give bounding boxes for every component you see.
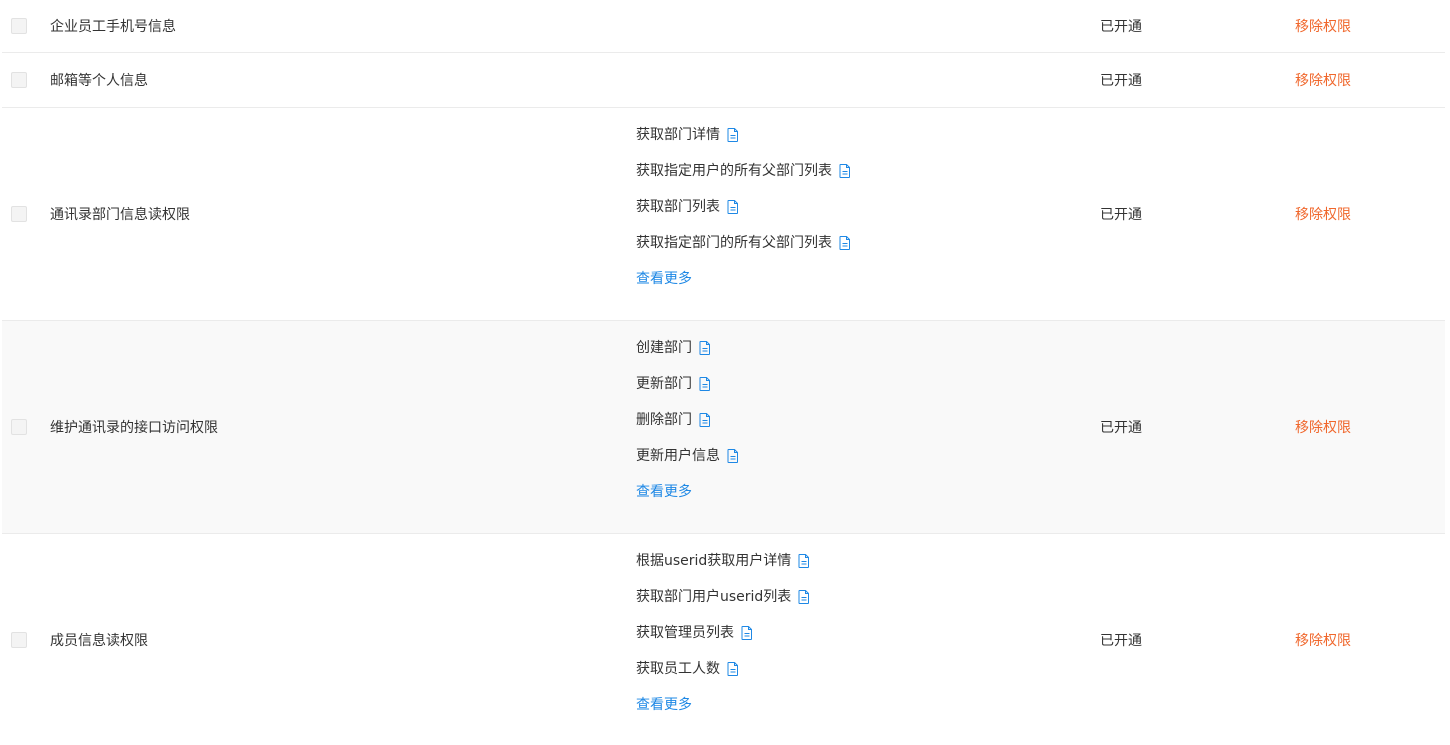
permission-name: 维护通讯录的接口访问权限 (50, 420, 218, 436)
api-item: 更新部门 (636, 374, 739, 410)
api-name: 创建部门 (636, 340, 692, 356)
status-text: 已开通 (1100, 19, 1142, 35)
api-name: 获取部门用户userid列表 (636, 589, 792, 605)
remove-permission-link[interactable]: 移除权限 (1295, 417, 1351, 437)
document-icon[interactable] (798, 554, 810, 568)
permission-name: 邮箱等个人信息 (50, 73, 148, 89)
document-icon[interactable] (699, 341, 711, 355)
row-checkbox[interactable] (11, 72, 27, 88)
document-icon[interactable] (727, 662, 739, 676)
document-icon[interactable] (727, 200, 739, 214)
remove-permission-link[interactable]: 移除权限 (1295, 70, 1351, 90)
table-row: 企业员工手机号信息 已开通 移除权限 (2, 0, 1445, 53)
api-name: 更新部门 (636, 376, 692, 392)
api-name: 获取部门列表 (636, 199, 720, 215)
api-item: 根据userid获取用户详情 (636, 551, 810, 587)
remove-permission-link[interactable]: 移除权限 (1295, 16, 1351, 36)
document-icon[interactable] (839, 164, 851, 178)
api-item: 创建部门 (636, 338, 739, 374)
api-item: 获取管理员列表 (636, 623, 810, 659)
api-item: 获取指定用户的所有父部门列表 (636, 161, 851, 197)
api-item: 获取部门详情 (636, 125, 851, 161)
status-text: 已开通 (1100, 632, 1142, 649)
api-item: 获取部门列表 (636, 197, 851, 233)
document-icon[interactable] (727, 449, 739, 463)
view-more-link[interactable]: 查看更多 (636, 482, 739, 502)
api-name: 删除部门 (636, 412, 692, 428)
permission-name: 企业员工手机号信息 (50, 19, 176, 35)
status-text: 已开通 (1100, 73, 1142, 89)
document-icon[interactable] (798, 590, 810, 604)
document-icon[interactable] (699, 377, 711, 391)
document-icon[interactable] (699, 413, 711, 427)
api-name: 根据userid获取用户详情 (636, 553, 792, 569)
view-more-link[interactable]: 查看更多 (636, 695, 810, 715)
api-list: 根据userid获取用户详情 获取部门用户userid列表 获取管理员列表 获取… (636, 551, 810, 715)
permissions-table: 企业员工手机号信息 已开通 移除权限 邮箱等个人信息 已开通 移除权限 通讯录部… (2, 0, 1445, 745)
row-checkbox[interactable] (11, 631, 27, 648)
api-item: 删除部门 (636, 410, 739, 446)
table-row: 通讯录部门信息读权限 获取部门详情 获取指定用户的所有父部门列表 获取部门列表 … (2, 108, 1445, 321)
document-icon[interactable] (727, 128, 739, 142)
api-name: 获取部门详情 (636, 127, 720, 143)
row-checkbox[interactable] (11, 419, 27, 435)
api-list: 获取部门详情 获取指定用户的所有父部门列表 获取部门列表 获取指定部门的所有父部… (636, 125, 851, 289)
row-checkbox[interactable] (11, 18, 27, 34)
api-item: 获取指定部门的所有父部门列表 (636, 233, 851, 269)
row-checkbox[interactable] (11, 206, 27, 222)
table-row: 维护通讯录的接口访问权限 创建部门 更新部门 删除部门 更新用户信息 查看更多 … (2, 321, 1445, 534)
status-text: 已开通 (1100, 420, 1142, 436)
status-text: 已开通 (1100, 207, 1142, 223)
document-icon[interactable] (741, 626, 753, 640)
api-list: 创建部门 更新部门 删除部门 更新用户信息 查看更多 (636, 338, 739, 502)
permission-name: 通讯录部门信息读权限 (50, 207, 190, 223)
document-icon[interactable] (839, 236, 851, 250)
permission-name: 成员信息读权限 (50, 632, 148, 649)
remove-permission-link[interactable]: 移除权限 (1295, 204, 1351, 224)
api-item: 获取员工人数 (636, 659, 810, 695)
api-item: 更新用户信息 (636, 446, 739, 482)
api-name: 获取指定部门的所有父部门列表 (636, 235, 832, 251)
api-name: 更新用户信息 (636, 448, 720, 464)
api-name: 获取指定用户的所有父部门列表 (636, 163, 832, 179)
remove-permission-link[interactable]: 移除权限 (1295, 630, 1351, 650)
api-name: 获取员工人数 (636, 661, 720, 677)
api-item: 获取部门用户userid列表 (636, 587, 810, 623)
table-row: 邮箱等个人信息 已开通 移除权限 (2, 53, 1445, 108)
table-row: 成员信息读权限 根据userid获取用户详情 获取部门用户userid列表 获取… (2, 534, 1445, 745)
api-name: 获取管理员列表 (636, 625, 734, 641)
view-more-link[interactable]: 查看更多 (636, 269, 851, 289)
